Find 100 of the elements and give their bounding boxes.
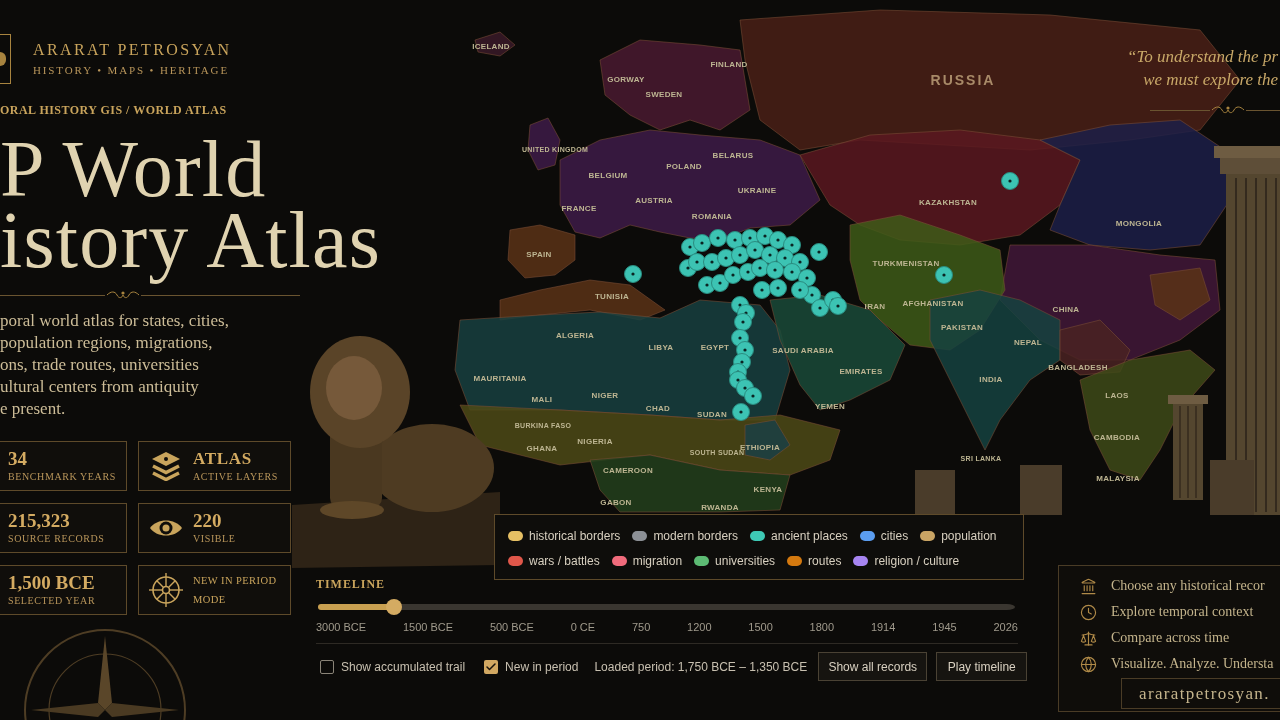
logo-emblem-icon xyxy=(0,34,11,84)
map-marker-icon xyxy=(766,261,784,279)
legend-label: migration xyxy=(632,553,683,569)
ruin-block-drawing xyxy=(1020,465,1062,515)
legend-label: ancient places xyxy=(771,528,848,544)
feature-text: Compare across time xyxy=(1111,629,1230,647)
clock-icon xyxy=(1080,603,1097,621)
show-records-button[interactable]: Show all records xyxy=(818,652,928,681)
checkbox-label: Show accumulated trail xyxy=(341,658,466,675)
country-region xyxy=(474,31,516,57)
timeline-tick-label: 1914 xyxy=(870,620,896,634)
country-label: POLAND xyxy=(666,162,702,171)
map-marker-icon xyxy=(810,243,828,261)
country-label: CAMEROON xyxy=(603,466,653,475)
map-marker-icon xyxy=(732,403,750,421)
legend-label: routes xyxy=(808,553,842,569)
brand-name: ARARAT PETROSYAN xyxy=(33,40,232,60)
country-label: CHAD xyxy=(645,404,671,413)
stat-label: MODE xyxy=(193,593,227,607)
timeline-tick-label: 500 BCE xyxy=(489,620,534,634)
timeline-tick-label: 750 xyxy=(631,620,651,634)
country-label: SWEDEN xyxy=(645,90,683,99)
stat-label: BENCHMARK YEARS xyxy=(8,470,116,484)
flourish-icon xyxy=(1210,105,1246,115)
building-columns-icon xyxy=(1080,577,1097,595)
country-label: KENYA xyxy=(753,485,783,494)
compass-icon xyxy=(149,573,183,607)
timeline-tick-label: 1945 xyxy=(932,620,957,634)
legend-label: historical borders xyxy=(529,528,621,544)
stat-value: 215,323 xyxy=(8,510,71,532)
page-title: P World istory Atlas xyxy=(0,134,382,286)
legend-label: population xyxy=(941,528,997,544)
legend-label: religion / culture xyxy=(874,553,960,569)
map-marker-icon xyxy=(769,279,787,297)
country-label: AFGHANISTAN xyxy=(902,299,964,308)
map-marker-icon xyxy=(746,241,764,259)
stat-label: ACTIVE LAYERS xyxy=(193,470,278,484)
website-url[interactable]: araratpetrosyan. xyxy=(1121,678,1280,709)
country-label: SPAIN xyxy=(526,250,552,259)
stat-value: NEW IN PERIOD xyxy=(193,574,277,588)
country-label: BELGIUM xyxy=(588,171,628,180)
map-marker-icon xyxy=(693,234,711,252)
country-label: RWANDA xyxy=(701,503,739,512)
country-label: AUSTRIA xyxy=(635,196,673,205)
country-label: GHANA xyxy=(526,444,558,453)
map-marker-icon xyxy=(783,236,801,254)
timeline-tick-label: 1500 xyxy=(748,620,773,634)
ruin-block-drawing xyxy=(1210,460,1254,515)
country-label: PAKISTAN xyxy=(940,323,984,332)
country-label: KAZAKHSTAN xyxy=(919,198,977,207)
timeline-thumb[interactable] xyxy=(385,599,402,615)
stat-value: ATLAS xyxy=(193,448,253,470)
globe-icon xyxy=(1080,655,1097,673)
country-label: MAURITANIA xyxy=(473,374,527,383)
country-label: NIGER xyxy=(591,391,619,400)
country-label: ROMANIA xyxy=(691,212,733,221)
map-marker-icon xyxy=(811,299,829,317)
play-timeline-button[interactable]: Play timeline xyxy=(936,652,1028,681)
check-icon xyxy=(485,660,498,673)
map-marker-icon xyxy=(935,266,953,284)
map-marker-icon xyxy=(791,281,809,299)
country-label: LIBYA xyxy=(648,343,674,352)
stat-label: VISIBLE xyxy=(193,532,236,546)
scales-icon xyxy=(1080,629,1097,647)
checkbox[interactable] xyxy=(484,659,499,674)
legend-label: wars / battles xyxy=(529,553,600,569)
map-marker-icon xyxy=(753,281,771,299)
country-label: LAOS xyxy=(1105,391,1129,400)
legend-label: cities xyxy=(880,528,909,544)
map-marker-icon xyxy=(711,274,729,292)
map-marker-icon xyxy=(724,266,742,284)
legend-label: modern borders xyxy=(653,528,739,544)
country-label: FRANCE xyxy=(561,204,597,213)
country-label: ALGERIA xyxy=(555,331,595,340)
map-marker-icon xyxy=(688,253,706,271)
country-label: EMIRATES xyxy=(839,367,883,376)
stat-value: 1,500 BCE xyxy=(8,572,96,594)
quote-text: “To understand the pr we must explore the xyxy=(1126,46,1279,91)
country-label: MALAYSIA xyxy=(1096,474,1140,483)
checkbox[interactable] xyxy=(320,659,334,674)
country-label: EGYPT xyxy=(700,343,730,352)
country-label: SAUDI ARABIA xyxy=(772,346,834,355)
country-label: ICELAND xyxy=(472,42,510,51)
country-label: RUSSIA xyxy=(930,72,996,88)
country-label: BANGLADESH xyxy=(1048,363,1108,372)
country-label: CAMBODIA xyxy=(1093,433,1141,442)
map-marker-icon xyxy=(731,246,749,264)
feature-text: Explore temporal context xyxy=(1111,603,1254,621)
stat-label: SOURCE RECORDS xyxy=(8,532,105,546)
feature-text: Choose any historical recor xyxy=(1111,577,1265,595)
country-label: IRAN xyxy=(864,302,886,311)
country-label: MALI xyxy=(531,395,553,404)
timeline-title: TIMELINE xyxy=(316,576,386,593)
stat-label: SELECTED YEAR xyxy=(8,594,96,608)
brand-tagline: HISTORY • MAPS • HERITAGE xyxy=(33,63,230,78)
timeline-tick-label: 0 CE xyxy=(570,620,596,634)
map-marker-icon xyxy=(734,313,752,331)
country-label: UKRAINE xyxy=(737,186,777,195)
country-label: INDIA xyxy=(979,375,1003,384)
map-marker-icon xyxy=(624,265,642,283)
